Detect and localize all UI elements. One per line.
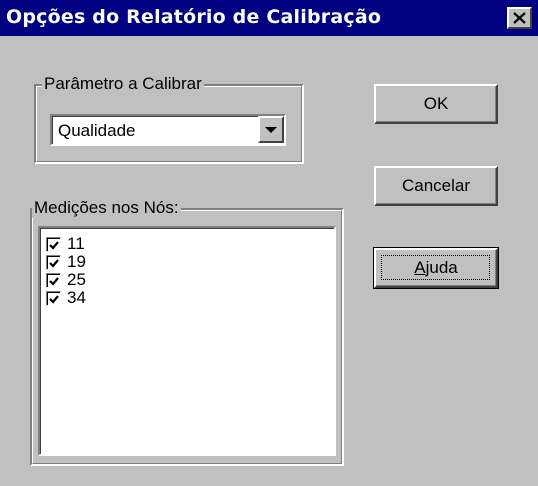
cancel-button-label: Cancelar: [401, 176, 471, 195]
checkmark-icon: [49, 276, 59, 286]
list-item[interactable]: 34: [46, 289, 86, 307]
help-mnemonic: A: [414, 258, 426, 277]
close-button[interactable]: [507, 7, 532, 29]
parameter-select-value: Qualidade: [58, 121, 136, 140]
node-label: 25: [67, 270, 86, 289]
node-checkbox[interactable]: [46, 290, 61, 306]
ok-button[interactable]: OK: [374, 84, 498, 124]
help-button-label: Ajuda: [414, 258, 457, 278]
list-item[interactable]: 19: [46, 253, 86, 271]
node-checkbox[interactable]: [46, 254, 61, 270]
node-label: 34: [67, 288, 86, 307]
node-label: 19: [67, 252, 86, 271]
ok-button-label: OK: [423, 94, 449, 113]
checkmark-icon: [49, 294, 59, 304]
chevron-down-icon: [265, 127, 277, 133]
checkmark-icon: [49, 240, 59, 250]
list-item[interactable]: 11: [46, 235, 85, 253]
checkmark-icon: [49, 258, 59, 268]
help-label-rest: juda: [425, 258, 458, 277]
help-button[interactable]: Ajuda: [373, 247, 499, 289]
calibration-report-options-dialog: Opções do Relatório de Calibração Parâme…: [0, 0, 538, 486]
node-label: 11: [67, 234, 85, 253]
parameter-select[interactable]: Qualidade: [50, 114, 286, 146]
node-checkbox[interactable]: [46, 236, 61, 252]
dialog-title: Opções do Relatório de Calibração: [6, 6, 382, 28]
parameter-group-label: Parâmetro a Calibrar: [42, 74, 204, 94]
list-item[interactable]: 25: [46, 271, 86, 289]
parameter-select-dropdown-button[interactable]: [258, 116, 284, 143]
node-checkbox[interactable]: [46, 272, 61, 288]
close-icon: [513, 12, 526, 24]
node-measurements-list[interactable]: 11 19 25 34: [38, 226, 336, 456]
cancel-button[interactable]: Cancelar: [374, 166, 498, 206]
measurements-group-label: Medições nos Nós:: [32, 198, 181, 218]
title-bar[interactable]: Opções do Relatório de Calibração: [0, 0, 538, 36]
